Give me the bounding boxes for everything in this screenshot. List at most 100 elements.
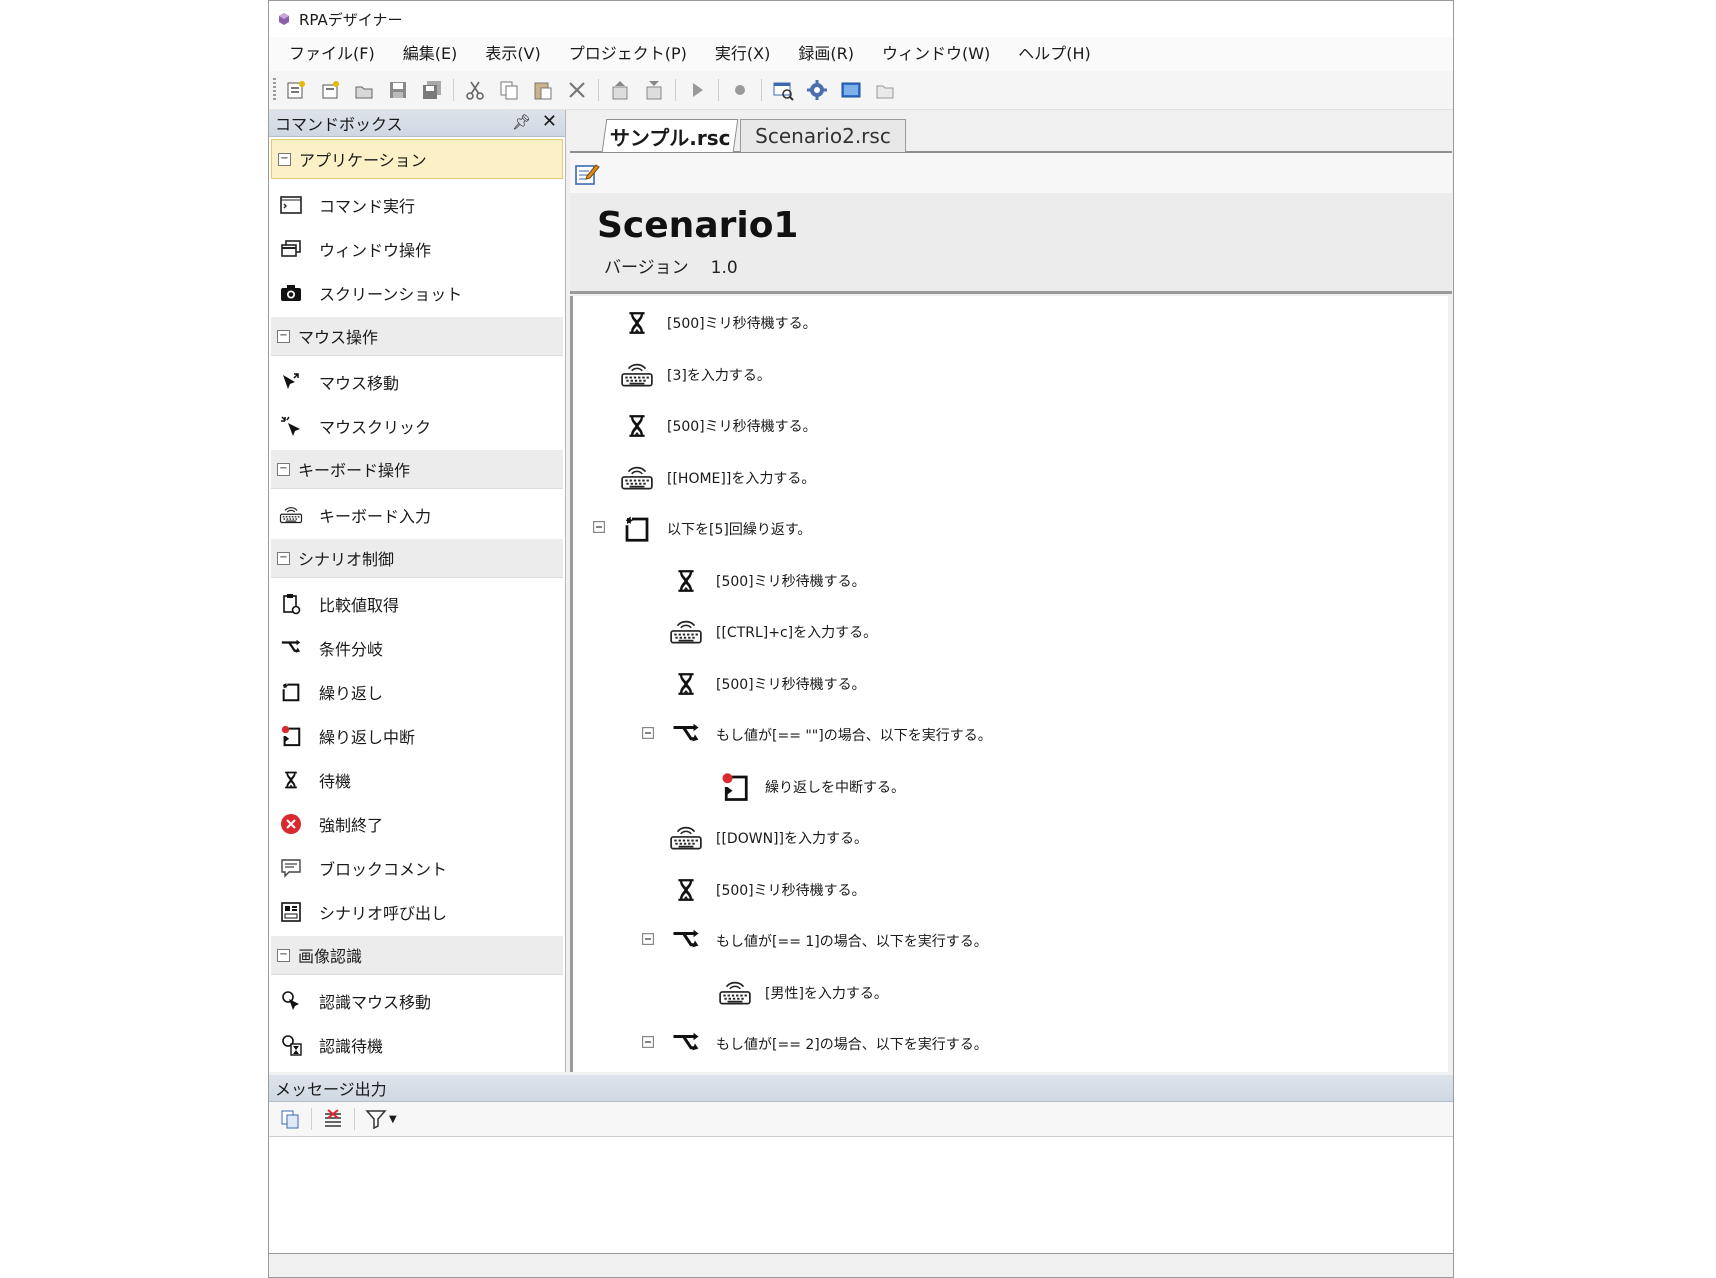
- collapse-step-icon[interactable]: [642, 727, 654, 739]
- step-row[interactable]: [500]ミリ秒待機する。: [668, 666, 866, 702]
- command-window-operation[interactable]: ウィンドウ操作: [269, 227, 565, 271]
- category-mouse[interactable]: − マウス操作: [271, 317, 563, 356]
- step-text: もし値が[== 2]の場合、以下を実行する。: [716, 1037, 988, 1053]
- command-loop-break[interactable]: 繰り返し中断: [269, 714, 565, 758]
- message-output-area[interactable]: [269, 1137, 1453, 1254]
- category-image-recognition[interactable]: − 画像認識: [271, 936, 563, 975]
- category-keyboard[interactable]: − キーボード操作: [271, 450, 563, 489]
- command-recognize-mouse-move[interactable]: 認識マウス移動: [269, 979, 565, 1023]
- tab-sample[interactable]: サンプル.rsc: [601, 119, 739, 152]
- record-icon[interactable]: [728, 78, 752, 102]
- step-row[interactable]: [500]ミリ秒待機する。: [668, 872, 866, 908]
- mouse-click-icon: [279, 414, 303, 438]
- command-label: 待機: [319, 772, 352, 791]
- menu-help[interactable]: ヘルプ(H): [1004, 39, 1105, 69]
- command-run-command[interactable]: コマンド実行: [269, 183, 565, 227]
- camera-icon: [279, 281, 303, 305]
- delete-icon[interactable]: [565, 78, 589, 102]
- step-row-if[interactable]: もし値が[== 2]の場合、以下を実行する。: [668, 1026, 988, 1062]
- command-mouse-move[interactable]: マウス移動: [269, 360, 565, 404]
- command-box-title: コマンドボックス: [275, 115, 403, 134]
- command-get-compare-value[interactable]: 比較値取得: [269, 582, 565, 626]
- collapse-toggle-icon[interactable]: −: [278, 152, 291, 166]
- save-icon[interactable]: [386, 78, 410, 102]
- menu-window[interactable]: ウィンドウ(W): [868, 39, 1004, 69]
- toolbar-grip[interactable]: [273, 78, 276, 102]
- menu-record[interactable]: 録画(R): [784, 39, 868, 69]
- cut-icon[interactable]: [463, 78, 487, 102]
- move-up-icon[interactable]: [608, 78, 632, 102]
- step-row-if[interactable]: もし値が[== 1]の場合、以下を実行する。: [668, 923, 988, 959]
- new-project-icon[interactable]: [284, 78, 308, 102]
- collapse-step-icon[interactable]: [642, 1036, 654, 1048]
- command-screenshot[interactable]: スクリーンショット: [269, 271, 565, 315]
- filter-dropdown-icon[interactable]: ▼: [389, 1114, 397, 1125]
- window-capture-icon[interactable]: [771, 78, 795, 102]
- collapse-toggle-icon[interactable]: −: [277, 948, 290, 962]
- new-file-icon[interactable]: [318, 78, 342, 102]
- command-loop[interactable]: 繰り返し: [269, 670, 565, 714]
- step-row[interactable]: [[HOME]]を入力する。: [619, 460, 815, 496]
- step-text: 以下を[5]回繰り返す。: [667, 522, 812, 538]
- command-wait[interactable]: 待機: [269, 758, 565, 802]
- menu-view[interactable]: 表示(V): [471, 39, 554, 69]
- step-row[interactable]: [[CTRL]+c]を入力する。: [668, 614, 877, 650]
- step-row[interactable]: [3]を入力する。: [619, 357, 771, 393]
- save-all-icon[interactable]: [420, 78, 444, 102]
- menu-run[interactable]: 実行(X): [701, 39, 784, 69]
- close-icon[interactable]: ✕: [542, 111, 557, 132]
- command-call-scenario[interactable]: シナリオ呼び出し: [269, 890, 565, 934]
- tab-label: Scenario2.rsc: [755, 124, 891, 148]
- collapse-toggle-icon[interactable]: −: [277, 462, 290, 476]
- command-keyboard-input[interactable]: キーボード入力: [269, 493, 565, 537]
- tab-scenario2[interactable]: Scenario2.rsc: [740, 119, 906, 152]
- step-row[interactable]: [500]ミリ秒待機する。: [619, 305, 817, 341]
- step-row[interactable]: 繰り返しを中断する。: [717, 769, 905, 805]
- collapse-step-icon[interactable]: [642, 933, 654, 945]
- folder-icon[interactable]: [873, 78, 897, 102]
- scenario-version: バージョン 1.0: [604, 253, 738, 278]
- settings-icon[interactable]: [805, 78, 829, 102]
- step-row[interactable]: [男性]を入力する。: [717, 975, 888, 1011]
- edit-properties-icon[interactable]: [574, 161, 600, 191]
- category-application[interactable]: − アプリケーション: [271, 139, 563, 179]
- run-icon[interactable]: [685, 78, 709, 102]
- command-mouse-click[interactable]: マウスクリック: [269, 404, 565, 448]
- keyboard-icon: [279, 503, 303, 527]
- version-number: 1.0: [710, 258, 738, 278]
- command-recognize-wait[interactable]: 認識待機: [269, 1023, 565, 1067]
- collapse-toggle-icon[interactable]: −: [277, 329, 290, 343]
- menu-edit[interactable]: 編集(E): [389, 39, 472, 69]
- app-logo-icon: [279, 13, 289, 25]
- step-row-loop[interactable]: 以下を[5]回繰り返す。: [619, 511, 811, 547]
- command-label: 繰り返し: [319, 684, 384, 703]
- copy-icon[interactable]: [497, 78, 521, 102]
- step-row[interactable]: [500]ミリ秒待機する。: [619, 408, 817, 444]
- step-row[interactable]: [500]ミリ秒待機する。: [668, 563, 866, 599]
- command-conditional-branch[interactable]: 条件分岐: [269, 626, 565, 670]
- open-icon[interactable]: [352, 78, 376, 102]
- copy-messages-icon[interactable]: [278, 1107, 302, 1131]
- screen-icon[interactable]: [839, 78, 863, 102]
- category-label: シナリオ制御: [298, 550, 395, 569]
- stop-icon: [279, 812, 303, 836]
- main-toolbar: [269, 71, 1453, 110]
- message-output-panel: メッセージ出力 ▼: [269, 1075, 1453, 1277]
- category-scenario-control[interactable]: − シナリオ制御: [271, 539, 563, 578]
- step-row-if[interactable]: もし値が[== ""]の場合、以下を実行する。: [668, 717, 992, 753]
- step-text: [[DOWN]]を入力する。: [716, 831, 868, 847]
- collapse-toggle-icon[interactable]: −: [277, 551, 290, 565]
- step-row[interactable]: [[DOWN]]を入力する。: [668, 820, 868, 856]
- clear-messages-icon[interactable]: [321, 1107, 345, 1131]
- command-block-comment[interactable]: ブロックコメント: [269, 846, 565, 890]
- menu-file[interactable]: ファイル(F): [275, 39, 389, 69]
- loop-icon: [619, 511, 655, 547]
- menu-project[interactable]: プロジェクト(P): [555, 39, 701, 69]
- collapse-step-icon[interactable]: [593, 521, 605, 533]
- pin-icon[interactable]: 📌︎: [512, 113, 531, 131]
- move-down-icon[interactable]: [642, 78, 666, 102]
- toolbar-separator: [718, 79, 719, 101]
- paste-icon[interactable]: [531, 78, 555, 102]
- filter-icon[interactable]: [364, 1107, 388, 1131]
- command-force-exit[interactable]: 強制終了: [269, 802, 565, 846]
